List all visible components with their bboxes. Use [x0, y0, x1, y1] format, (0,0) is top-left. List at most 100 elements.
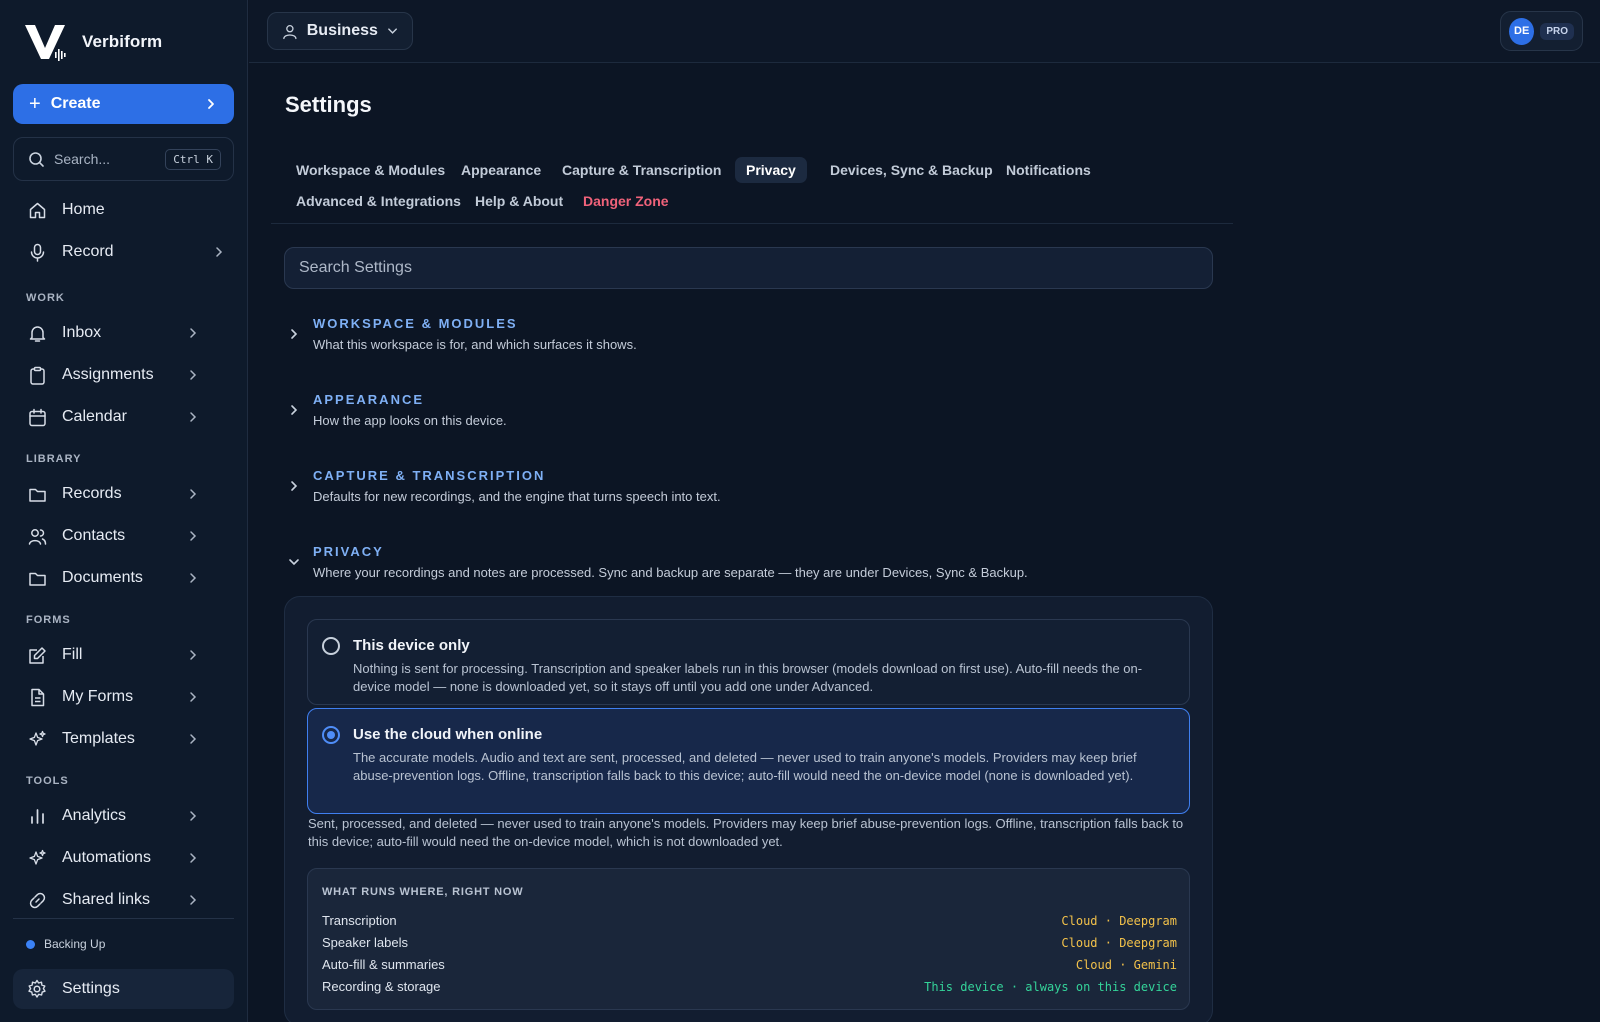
section-capture-transcription[interactable]: CAPTURE & TRANSCRIPTION Defaults for new…	[288, 468, 1208, 508]
option-description: Nothing is sent for processing. Transcri…	[353, 661, 1143, 694]
runs-where-panel: WHAT RUNS WHERE, RIGHT NOW Transcription…	[307, 868, 1190, 1010]
tab-danger-zone[interactable]: Danger Zone	[572, 188, 680, 214]
sidebar-item-label: My Forms	[62, 688, 134, 705]
sidebar-item-label: Contacts	[62, 527, 126, 544]
sidebar-item-automations[interactable]: Automations	[13, 838, 234, 878]
section-description: What this workspace is for, and which su…	[313, 337, 637, 352]
sidebar-item-label: Calendar	[62, 408, 127, 425]
privacy-option-device-only[interactable]: This device only Nothing is sent for pro…	[307, 619, 1190, 705]
chevron-right-icon	[190, 412, 197, 422]
sidebar-item-label: Settings	[62, 980, 120, 997]
run-label: Transcription	[322, 913, 397, 928]
folder-icon	[27, 484, 47, 504]
sidebar: Verbiform + Create Search... Ctrl K Home…	[0, 0, 248, 1022]
chevron-down-icon	[388, 28, 397, 34]
sidebar-item-my-forms[interactable]: My Forms	[13, 677, 234, 717]
sidebar-item-record[interactable]: Record	[13, 232, 234, 272]
run-value: Cloud · Gemini	[1075, 958, 1177, 972]
option-title: Use the cloud when online	[353, 726, 543, 743]
document-icon	[27, 687, 47, 707]
sidebar-search-input[interactable]: Search... Ctrl K	[13, 137, 234, 181]
tab-devices-sync-backup[interactable]: Devices, Sync & Backup	[819, 157, 1004, 183]
sidebar-item-assignments[interactable]: Assignments	[13, 355, 234, 395]
tab-appearance[interactable]: Appearance	[450, 157, 552, 183]
search-shortcut: Ctrl K	[165, 148, 221, 170]
status-text: Backing Up	[44, 937, 106, 951]
gear-icon	[27, 979, 47, 999]
link-icon	[27, 890, 47, 910]
users-icon	[27, 526, 47, 546]
plus-icon: +	[29, 93, 41, 115]
sidebar-item-records[interactable]: Records	[13, 474, 234, 514]
settings-search-placeholder: Search Settings	[299, 259, 412, 276]
bell-icon	[27, 323, 47, 343]
settings-tabs: Workspace & Modules Appearance Capture &…	[271, 150, 1233, 224]
user-icon	[283, 24, 297, 39]
sidebar-item-analytics[interactable]: Analytics	[13, 796, 234, 836]
sidebar-item-contacts[interactable]: Contacts	[13, 516, 234, 556]
sidebar-divider	[13, 918, 234, 919]
microphone-icon	[27, 242, 47, 262]
chevron-right-icon	[190, 370, 197, 380]
brand[interactable]: Verbiform	[24, 22, 162, 62]
search-placeholder: Search...	[54, 151, 111, 167]
sidebar-item-inbox[interactable]: Inbox	[13, 313, 234, 353]
tab-notifications[interactable]: Notifications	[995, 157, 1102, 183]
tab-help-about[interactable]: Help & About	[464, 188, 574, 214]
section-label-library: LIBRARY	[26, 453, 82, 465]
run-row-transcription: Transcription Cloud · Deepgram	[322, 913, 1177, 931]
section-description: Where your recordings and notes are proc…	[313, 565, 1028, 580]
settings-search-input[interactable]: Search Settings	[284, 247, 1213, 289]
sidebar-item-calendar[interactable]: Calendar	[13, 397, 234, 437]
tab-privacy[interactable]: Privacy	[735, 157, 807, 183]
tab-capture-transcription[interactable]: Capture & Transcription	[551, 157, 732, 183]
section-appearance[interactable]: APPEARANCE How the app looks on this dev…	[288, 392, 1208, 432]
section-title: APPEARANCE	[313, 392, 425, 407]
chevron-right-icon	[291, 405, 298, 415]
chevron-right-icon	[190, 531, 197, 541]
radio-button-selected[interactable]	[322, 726, 340, 744]
run-label: Speaker labels	[322, 935, 408, 950]
workspace-switcher[interactable]: Business	[267, 12, 413, 50]
sparkle-icon	[27, 729, 47, 749]
sidebar-item-templates[interactable]: Templates	[13, 719, 234, 759]
sidebar-item-label: Records	[62, 485, 122, 502]
sidebar-item-documents[interactable]: Documents	[13, 558, 234, 598]
section-title: PRIVACY	[313, 544, 384, 559]
section-label-work: WORK	[26, 292, 65, 304]
sidebar-item-settings[interactable]: Settings	[13, 969, 234, 1009]
radio-button[interactable]	[322, 637, 340, 655]
run-row-speaker-labels: Speaker labels Cloud · Deepgram	[322, 935, 1177, 953]
run-label: Recording & storage	[322, 979, 441, 994]
section-label-forms: FORMS	[26, 614, 71, 626]
sidebar-item-home[interactable]: Home	[13, 190, 234, 230]
sidebar-item-label: Inbox	[62, 324, 102, 341]
sidebar-item-fill[interactable]: Fill	[13, 635, 234, 675]
sidebar-item-shared-links[interactable]: Shared links	[13, 880, 234, 920]
sync-status: Backing Up	[26, 937, 105, 951]
folder-icon	[27, 568, 47, 588]
section-privacy[interactable]: PRIVACY Where your recordings and notes …	[288, 544, 1208, 584]
create-button[interactable]: + Create	[13, 84, 234, 124]
tab-advanced-integrations[interactable]: Advanced & Integrations	[285, 188, 472, 214]
plan-badge: PRO	[1540, 22, 1574, 40]
top-bar: Business DE PRO	[249, 0, 1600, 63]
section-description: Defaults for new recordings, and the eng…	[313, 489, 721, 504]
chevron-right-icon	[190, 895, 197, 905]
section-workspace-modules[interactable]: WORKSPACE & MODULES What this workspace …	[288, 316, 1208, 356]
privacy-option-cloud[interactable]: Use the cloud when online The accurate m…	[307, 708, 1190, 814]
run-value: Cloud · Deepgram	[1061, 936, 1177, 950]
account-menu[interactable]: DE PRO	[1500, 11, 1583, 51]
option-title: This device only	[353, 637, 470, 654]
privacy-note: Sent, processed, and deleted — never use…	[308, 816, 1184, 849]
tab-workspace-modules[interactable]: Workspace & Modules	[285, 157, 456, 183]
chevron-down-icon	[289, 559, 299, 566]
sidebar-item-label: Shared links	[62, 891, 151, 908]
section-label-tools: TOOLS	[26, 775, 69, 787]
sidebar-item-label: Fill	[62, 646, 83, 663]
chevron-right-icon	[190, 489, 197, 499]
chevron-right-icon	[208, 99, 214, 109]
chevron-right-icon	[190, 692, 197, 702]
sidebar-item-label: Analytics	[62, 807, 127, 824]
chevron-right-icon	[190, 650, 197, 660]
